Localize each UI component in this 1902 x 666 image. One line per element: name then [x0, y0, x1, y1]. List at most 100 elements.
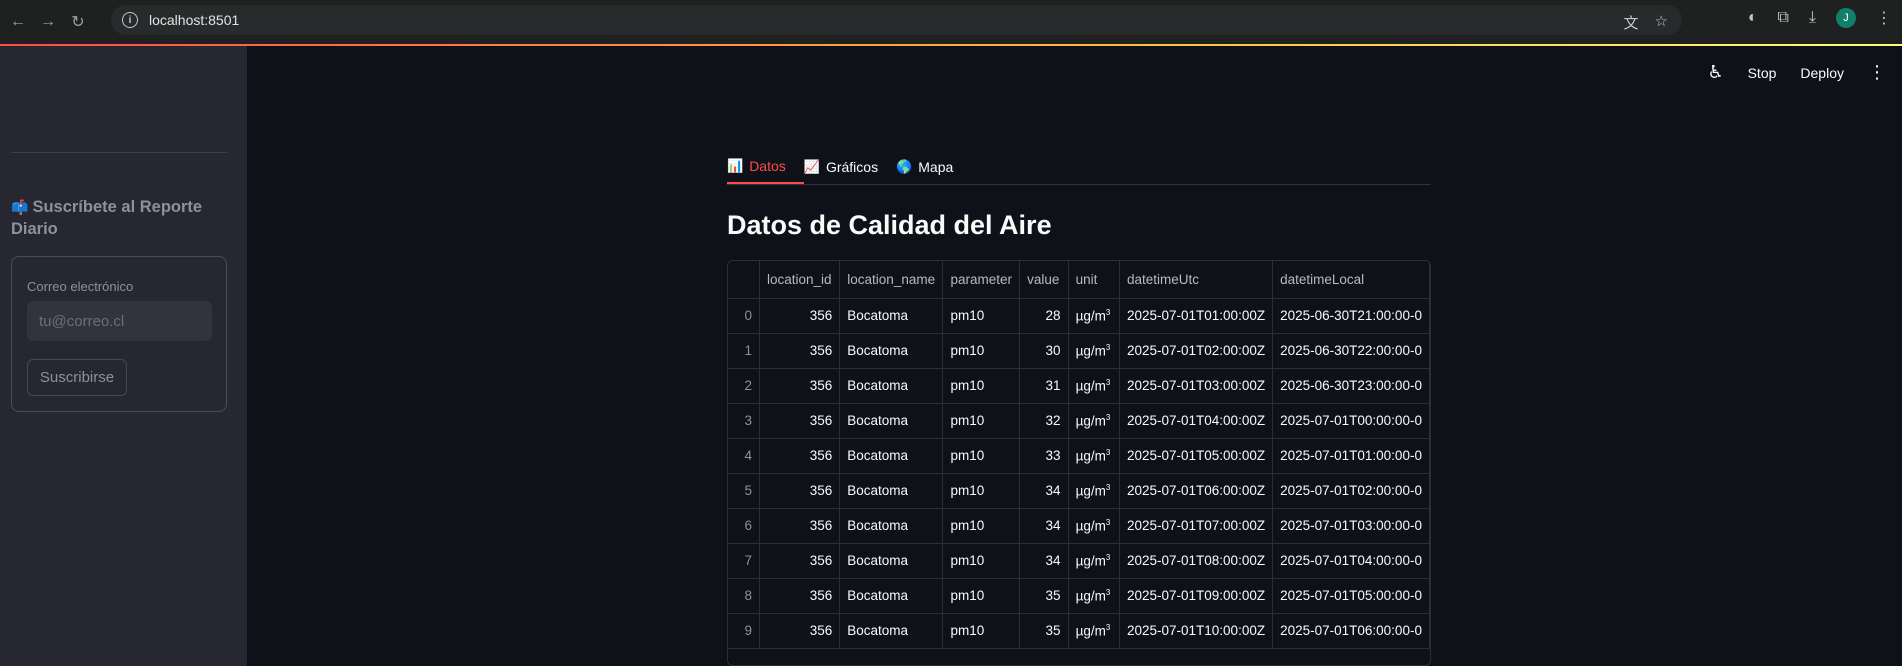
- table-cell-location-id[interactable]: 356: [759, 508, 841, 544]
- table-cell-idx[interactable]: 4: [728, 438, 760, 474]
- table-cell-idx[interactable]: 0: [728, 298, 760, 334]
- table-cell-idx[interactable]: 9: [728, 613, 760, 649]
- table-cell-parameter[interactable]: pm10: [942, 508, 1021, 544]
- table-cell-location-id[interactable]: 356: [759, 368, 841, 404]
- table-cell-datetimeLocal[interactable]: 2025-07-01T00:00:00-0: [1272, 403, 1430, 439]
- table-cell-location-name[interactable]: Bocatoma: [839, 578, 944, 614]
- table-cell-location-id[interactable]: 356: [759, 438, 841, 474]
- table-cell-location-name[interactable]: Bocatoma: [839, 543, 944, 579]
- table-cell-value[interactable]: 32: [1019, 403, 1069, 439]
- deploy-button[interactable]: Deploy: [1800, 65, 1844, 81]
- table-cell-datetimeLocal[interactable]: 2025-06-30T21:00:00-0: [1272, 298, 1430, 334]
- accessibility-icon[interactable]: ♿: [1707, 62, 1723, 83]
- translate-icon[interactable]: 文: [1624, 12, 1639, 33]
- table-cell-location-id[interactable]: 356: [759, 578, 841, 614]
- download-icon[interactable]: ⤓: [1809, 9, 1816, 27]
- table-cell-idx[interactable]: 1: [728, 333, 760, 369]
- table-cell-location-name[interactable]: Bocatoma: [839, 403, 944, 439]
- table-cell-value[interactable]: 34: [1019, 543, 1069, 579]
- reload-icon[interactable]: ↻: [66, 10, 90, 34]
- table-cell-datetimeLocal[interactable]: 2025-07-01T04:00:00-0: [1272, 543, 1430, 579]
- media-icon[interactable]: ◐: [1748, 9, 1758, 27]
- column-header-datetime-utc[interactable]: datetimeUtc: [1119, 261, 1274, 299]
- table-cell-parameter[interactable]: pm10: [942, 368, 1021, 404]
- table-cell-value[interactable]: 28: [1019, 298, 1069, 334]
- stop-button[interactable]: Stop: [1748, 65, 1777, 81]
- column-header-location-name[interactable]: location_name: [839, 261, 944, 299]
- table-cell-idx[interactable]: 3: [728, 403, 760, 439]
- table-cell-unit[interactable]: µg/m3: [1068, 403, 1120, 439]
- table-cell-unit[interactable]: µg/m3: [1068, 333, 1120, 369]
- table-cell-parameter[interactable]: pm10: [942, 543, 1021, 579]
- table-cell-idx[interactable]: 2: [728, 368, 760, 404]
- table-cell-value[interactable]: 31: [1019, 368, 1069, 404]
- table-cell-idx[interactable]: 7: [728, 543, 760, 579]
- table-cell-location-id[interactable]: 356: [759, 403, 841, 439]
- subscribe-button[interactable]: Suscribirse: [27, 359, 127, 396]
- table-cell-idx[interactable]: 8: [728, 578, 760, 614]
- table-cell-parameter[interactable]: pm10: [942, 613, 1021, 649]
- table-cell-value[interactable]: 33: [1019, 438, 1069, 474]
- column-header-parameter[interactable]: parameter: [942, 261, 1021, 299]
- table-cell-idx[interactable]: 5: [728, 473, 760, 509]
- table-cell-datetimeUtc[interactable]: 2025-07-01T03:00:00Z: [1119, 368, 1274, 404]
- table-cell-location-id[interactable]: 356: [759, 298, 841, 334]
- site-info-icon[interactable]: i: [122, 12, 138, 28]
- table-cell-value[interactable]: 35: [1019, 578, 1069, 614]
- table-cell-datetimeLocal[interactable]: 2025-06-30T22:00:00-0: [1272, 333, 1430, 369]
- bookmark-star-icon[interactable]: ☆: [1655, 12, 1668, 33]
- table-cell-datetimeUtc[interactable]: 2025-07-01T07:00:00Z: [1119, 508, 1274, 544]
- forward-icon[interactable]: →: [36, 10, 60, 34]
- table-cell-parameter[interactable]: pm10: [942, 298, 1021, 334]
- table-cell-unit[interactable]: µg/m3: [1068, 613, 1120, 649]
- table-cell-unit[interactable]: µg/m3: [1068, 543, 1120, 579]
- table-cell-unit[interactable]: µg/m3: [1068, 473, 1120, 509]
- table-cell-location-id[interactable]: 356: [759, 333, 841, 369]
- table-cell-location-name[interactable]: Bocatoma: [839, 438, 944, 474]
- table-cell-datetimeUtc[interactable]: 2025-07-01T10:00:00Z: [1119, 613, 1274, 649]
- table-cell-parameter[interactable]: pm10: [942, 578, 1021, 614]
- browser-menu-icon[interactable]: ⋮: [1876, 8, 1892, 28]
- table-cell-location-name[interactable]: Bocatoma: [839, 508, 944, 544]
- table-cell-parameter[interactable]: pm10: [942, 403, 1021, 439]
- address-bar[interactable]: i localhost:8501 文 ☆: [111, 5, 1682, 35]
- table-cell-datetimeUtc[interactable]: 2025-07-01T05:00:00Z: [1119, 438, 1274, 474]
- profile-avatar[interactable]: J: [1836, 8, 1856, 28]
- table-cell-unit[interactable]: µg/m3: [1068, 438, 1120, 474]
- table-cell-datetimeLocal[interactable]: 2025-07-01T01:00:00-0: [1272, 438, 1430, 474]
- table-cell-datetimeUtc[interactable]: 2025-07-01T06:00:00Z: [1119, 473, 1274, 509]
- table-cell-location-name[interactable]: Bocatoma: [839, 613, 944, 649]
- table-cell-parameter[interactable]: pm10: [942, 333, 1021, 369]
- table-cell-unit[interactable]: µg/m3: [1068, 368, 1120, 404]
- table-cell-datetimeLocal[interactable]: 2025-07-01T06:00:00-0: [1272, 613, 1430, 649]
- extensions-icon[interactable]: ⧉: [1777, 9, 1788, 27]
- table-cell-unit[interactable]: µg/m3: [1068, 508, 1120, 544]
- main-menu-icon[interactable]: ⋮: [1868, 62, 1886, 83]
- table-cell-datetimeUtc[interactable]: 2025-07-01T04:00:00Z: [1119, 403, 1274, 439]
- table-cell-location-name[interactable]: Bocatoma: [839, 298, 944, 334]
- table-cell-location-name[interactable]: Bocatoma: [839, 333, 944, 369]
- table-cell-datetimeLocal[interactable]: 2025-07-01T02:00:00-0: [1272, 473, 1430, 509]
- table-cell-parameter[interactable]: pm10: [942, 438, 1021, 474]
- url-text[interactable]: localhost:8501: [149, 12, 239, 28]
- tab-datos[interactable]: 📊 Datos: [727, 150, 804, 184]
- table-cell-location-name[interactable]: Bocatoma: [839, 473, 944, 509]
- column-header-unit[interactable]: unit: [1068, 261, 1120, 299]
- table-cell-datetimeUtc[interactable]: 2025-07-01T01:00:00Z: [1119, 298, 1274, 334]
- back-icon[interactable]: ←: [6, 10, 30, 34]
- table-cell-parameter[interactable]: pm10: [942, 473, 1021, 509]
- table-cell-idx[interactable]: 6: [728, 508, 760, 544]
- table-cell-value[interactable]: 30: [1019, 333, 1069, 369]
- table-cell-datetimeUtc[interactable]: 2025-07-01T02:00:00Z: [1119, 333, 1274, 369]
- column-header-value[interactable]: value: [1019, 261, 1069, 299]
- table-cell-datetimeUtc[interactable]: 2025-07-01T09:00:00Z: [1119, 578, 1274, 614]
- table-cell-location-id[interactable]: 356: [759, 473, 841, 509]
- tab-mapa[interactable]: 🌎 Mapa: [896, 150, 971, 184]
- table-cell-location-id[interactable]: 356: [759, 543, 841, 579]
- table-cell-datetimeLocal[interactable]: 2025-06-30T23:00:00-0: [1272, 368, 1430, 404]
- tab-graficos[interactable]: 📈 Gráficos: [804, 150, 896, 184]
- table-cell-location-name[interactable]: Bocatoma: [839, 368, 944, 404]
- table-cell-location-id[interactable]: 356: [759, 613, 841, 649]
- table-cell-value[interactable]: 34: [1019, 508, 1069, 544]
- table-cell-value[interactable]: 35: [1019, 613, 1069, 649]
